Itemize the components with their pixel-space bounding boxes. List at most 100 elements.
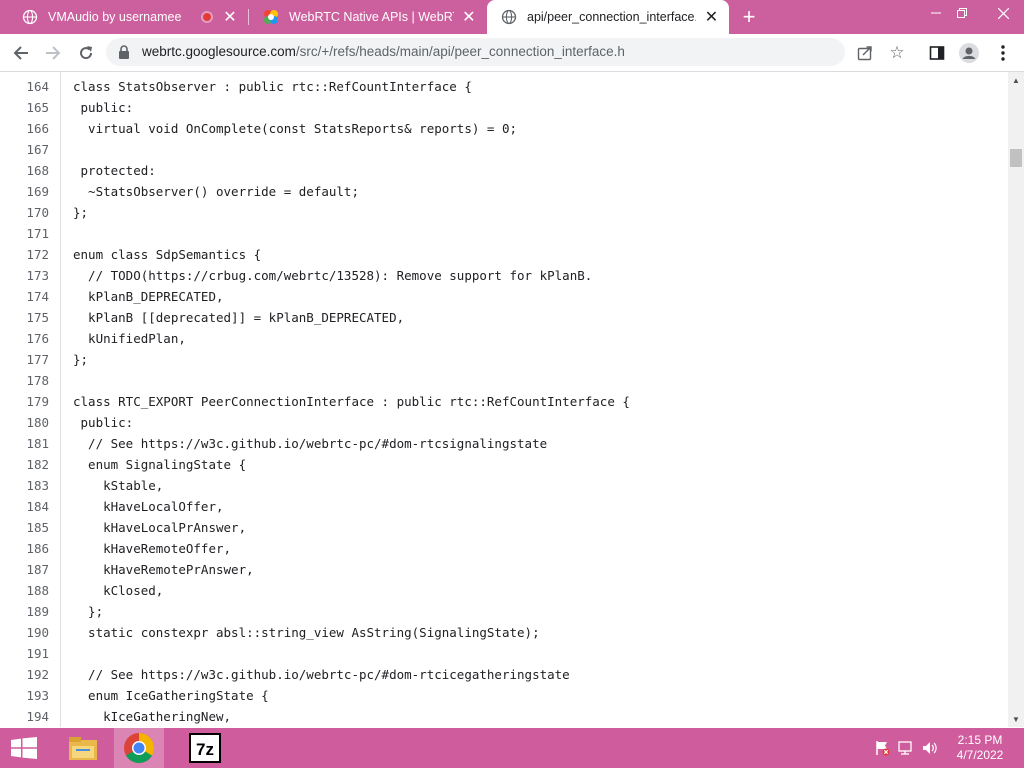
close-window-icon[interactable] (982, 0, 1024, 26)
browser-toolbar: webrtc.googlesource.com/src/+/refs/heads… (0, 34, 1024, 72)
code-text: }; (73, 604, 104, 619)
new-tab-button[interactable]: + (737, 4, 761, 29)
line-number[interactable]: 171 (0, 223, 49, 244)
line-number[interactable]: 192 (0, 664, 49, 685)
line-number[interactable]: 187 (0, 559, 49, 580)
code-text: kClosed, (73, 583, 164, 598)
restore-icon[interactable] (945, 0, 979, 26)
code-text: protected: (73, 163, 156, 178)
code-text: kPlanB [[deprecated]] = kPlanB_DEPRECATE… (73, 310, 405, 325)
clock-time: 2:15 PM (957, 733, 1003, 747)
close-tab-icon[interactable]: ✕ (702, 7, 721, 27)
action-center-flag-icon[interactable] (874, 740, 890, 756)
tab-title: api/peer_connection_interface.h (527, 10, 696, 24)
line-number[interactable]: 172 (0, 244, 49, 265)
code-line: 170}; (0, 202, 1008, 223)
lock-icon[interactable] (118, 45, 130, 62)
file-explorer-icon[interactable] (58, 728, 108, 768)
address-bar[interactable]: webrtc.googlesource.com/src/+/refs/heads… (106, 38, 845, 66)
scroll-down-arrow-icon[interactable]: ▼ (1008, 711, 1024, 727)
scrollbar-thumb[interactable] (1010, 149, 1022, 167)
line-number[interactable]: 173 (0, 265, 49, 286)
code-text: kHaveLocalPrAnswer, (73, 520, 247, 535)
source-code-view: 164 class StatsObserver : public rtc::Ref… (0, 72, 1008, 727)
line-number[interactable]: 175 (0, 307, 49, 328)
line-number[interactable]: 167 (0, 139, 49, 160)
line-number[interactable]: 188 (0, 580, 49, 601)
code-text: kHaveRemotePrAnswer, (73, 562, 254, 577)
code-text: // See https://w3c.github.io/webrtc-pc/#… (73, 667, 570, 682)
url-text: webrtc.googlesource.com/src/+/refs/heads… (142, 44, 625, 59)
code-line: 164 class StatsObserver : public rtc::Ref… (0, 76, 1008, 97)
line-number[interactable]: 180 (0, 412, 49, 433)
code-text: enum class SdpSemantics { (73, 247, 262, 262)
back-icon[interactable] (8, 40, 34, 66)
vertical-scrollbar[interactable]: ▲ ▼ (1008, 72, 1024, 727)
code-text: public: (73, 100, 134, 115)
close-tab-icon[interactable]: ✕ (460, 7, 478, 27)
line-number[interactable]: 181 (0, 433, 49, 454)
code-text: kIceGatheringNew, (73, 709, 232, 724)
code-line: 180 public: (0, 412, 1008, 433)
network-icon[interactable] (898, 740, 914, 756)
line-number[interactable]: 165 (0, 97, 49, 118)
tab-strip: VMAudio by usernamee ✕ WebRTC Native API… (0, 0, 1024, 34)
code-line: 188 kClosed, (0, 580, 1008, 601)
line-number[interactable]: 183 (0, 475, 49, 496)
code-line: 175 kPlanB [[deprecated]] = kPlanB_DEPRE… (0, 307, 1008, 328)
line-number[interactable]: 177 (0, 349, 49, 370)
code-line: 184 kHaveLocalOffer, (0, 496, 1008, 517)
start-windows-icon[interactable] (0, 728, 48, 768)
line-number[interactable]: 170 (0, 202, 49, 223)
line-number[interactable]: 185 (0, 517, 49, 538)
line-number[interactable]: 178 (0, 370, 49, 391)
reload-icon[interactable] (73, 40, 99, 66)
line-number[interactable]: 169 (0, 181, 49, 202)
share-icon[interactable] (852, 40, 878, 66)
line-number[interactable]: 194 (0, 706, 49, 727)
line-number[interactable]: 189 (0, 601, 49, 622)
code-line: 169 ~StatsObserver() override = default; (0, 181, 1008, 202)
forward-icon[interactable] (40, 40, 66, 66)
code-text: enum SignalingState { (73, 457, 247, 472)
chrome-icon[interactable] (114, 728, 164, 768)
code-line: 190 static constexpr absl::string_view A… (0, 622, 1008, 643)
line-number[interactable]: 164 (0, 76, 49, 97)
code-text: static constexpr absl::string_view AsStr… (73, 625, 540, 640)
code-line: 177}; (0, 349, 1008, 370)
tab-peer-connection-interface[interactable]: api/peer_connection_interface.h ✕ (487, 0, 729, 34)
line-number[interactable]: 176 (0, 328, 49, 349)
line-number[interactable]: 191 (0, 643, 49, 664)
line-number[interactable]: 186 (0, 538, 49, 559)
line-number[interactable]: 166 (0, 118, 49, 139)
side-panel-icon[interactable] (924, 40, 950, 66)
line-number[interactable]: 168 (0, 160, 49, 181)
profile-avatar-icon[interactable] (956, 40, 982, 66)
line-number[interactable]: 179 (0, 391, 49, 412)
menu-kebab-icon[interactable] (990, 40, 1016, 66)
code-line: 186 kHaveRemoteOffer, (0, 538, 1008, 559)
code-line: 165 public: (0, 97, 1008, 118)
code-line: 171 (0, 223, 1008, 244)
code-text: kPlanB_DEPRECATED, (73, 289, 224, 304)
globe-icon (22, 9, 38, 25)
globe-icon (501, 9, 517, 25)
volume-icon[interactable] (922, 740, 938, 756)
line-number[interactable]: 193 (0, 685, 49, 706)
7zip-icon[interactable]: 7z (180, 728, 230, 768)
clock-date: 4/7/2022 (956, 748, 1004, 762)
code-line: 178 (0, 370, 1008, 391)
tab-title: WebRTC Native APIs | WebRTC (289, 10, 454, 24)
webrtc-icon (263, 9, 279, 25)
line-number[interactable]: 182 (0, 454, 49, 475)
url-host: webrtc.googlesource.com (142, 44, 296, 59)
system-clock[interactable]: 2:15 PM 4/7/2022 (940, 733, 1020, 763)
close-tab-icon[interactable]: ✕ (220, 7, 240, 27)
line-number[interactable]: 184 (0, 496, 49, 517)
line-number[interactable]: 174 (0, 286, 49, 307)
tab-webrtc-native-apis[interactable]: WebRTC Native APIs | WebRTC ✕ (249, 0, 486, 34)
tab-vmaudio[interactable]: VMAudio by usernamee ✕ (8, 0, 248, 34)
bookmark-star-icon[interactable]: ☆ (884, 40, 910, 66)
line-number[interactable]: 190 (0, 622, 49, 643)
scroll-up-arrow-icon[interactable]: ▲ (1008, 72, 1024, 88)
